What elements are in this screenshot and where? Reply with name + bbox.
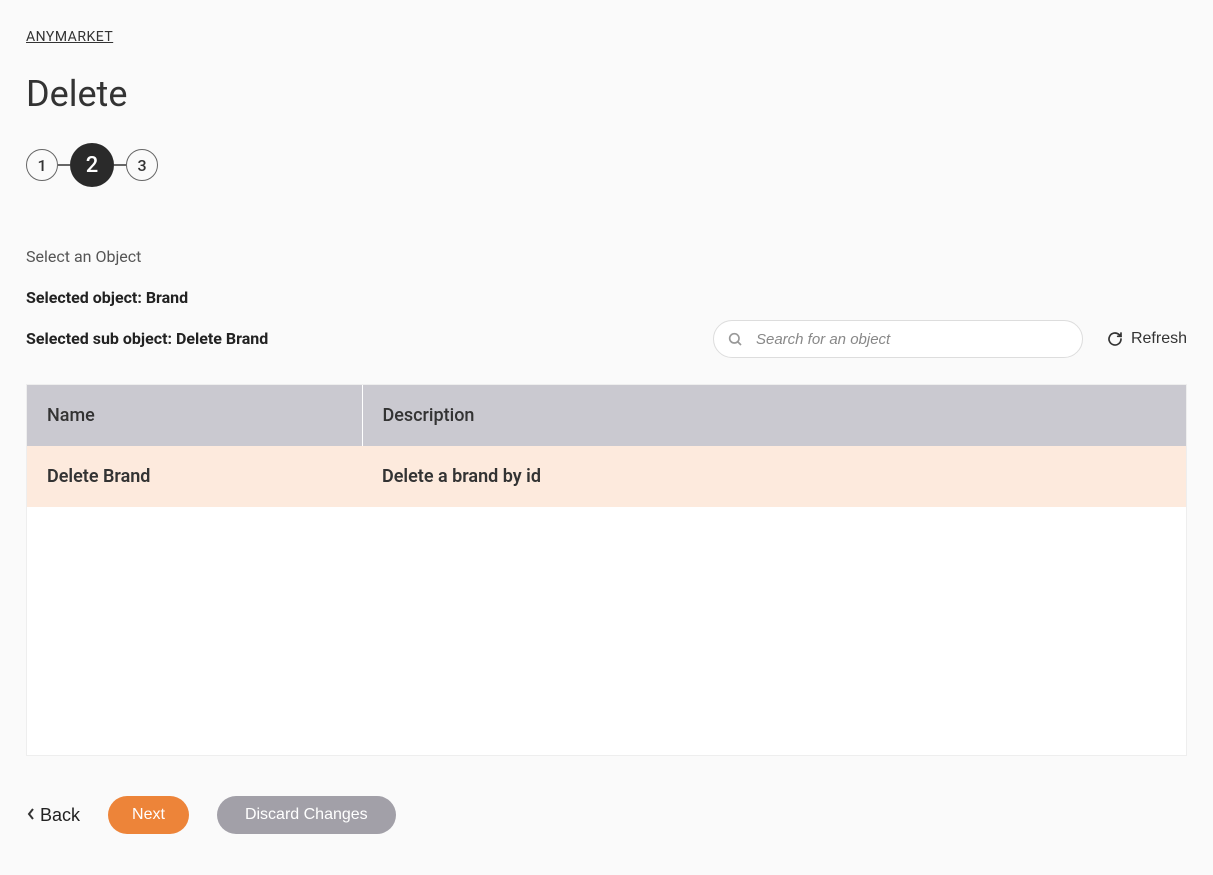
step-connector [114, 164, 126, 166]
search-input[interactable] [713, 320, 1083, 358]
refresh-label: Refresh [1131, 330, 1187, 348]
breadcrumb[interactable]: ANYMARKET [26, 29, 113, 45]
stepper: 1 2 3 [26, 143, 1187, 187]
column-header-name[interactable]: Name [27, 385, 362, 446]
discard-button[interactable]: Discard Changes [217, 796, 396, 834]
object-table: Name Description Delete Brand Delete a b… [26, 384, 1187, 756]
footer-bar: Back Next Discard Changes [26, 796, 1187, 834]
table-row[interactable]: Delete Brand Delete a brand by id [27, 446, 1186, 507]
back-button[interactable]: Back [26, 805, 80, 826]
step-connector [58, 164, 70, 166]
column-header-description[interactable]: Description [362, 385, 1186, 446]
back-label: Back [40, 805, 80, 826]
next-button[interactable]: Next [108, 796, 189, 834]
refresh-button[interactable]: Refresh [1107, 330, 1187, 348]
selected-object-label: Selected object: Brand [26, 288, 1187, 307]
search-icon [727, 331, 743, 347]
chevron-left-icon [26, 805, 36, 826]
step-3[interactable]: 3 [126, 149, 158, 181]
search-wrapper [713, 320, 1083, 358]
section-label: Select an Object [26, 247, 1187, 266]
step-2[interactable]: 2 [70, 143, 114, 187]
step-1[interactable]: 1 [26, 149, 58, 181]
page-title: Delete [26, 73, 1187, 115]
cell-name: Delete Brand [27, 446, 362, 507]
cell-description: Delete a brand by id [362, 446, 1186, 507]
refresh-icon [1107, 331, 1123, 347]
